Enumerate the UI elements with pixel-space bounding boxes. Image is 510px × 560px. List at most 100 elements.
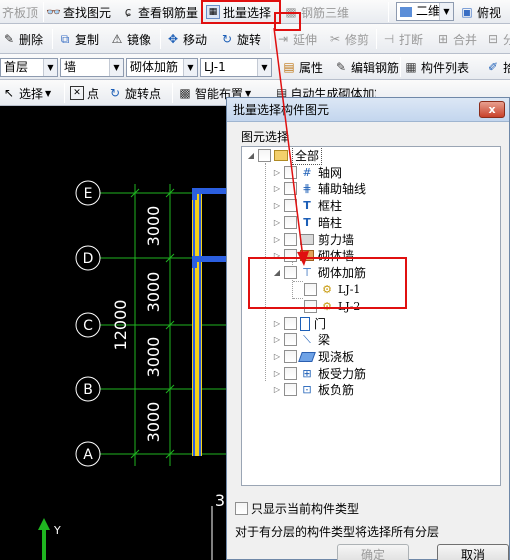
find-element-button[interactable]: 👓 查找图元 <box>46 2 111 22</box>
expand-icon: ▷ <box>273 168 281 177</box>
axis-label-a: A <box>83 447 93 463</box>
tree-label: 剪力墙 <box>318 233 355 247</box>
aux-grid-icon: ⋕ <box>302 181 312 195</box>
ok-button[interactable]: 确定 <box>337 544 409 560</box>
shear-wall-icon <box>300 234 314 245</box>
column-icon: T <box>303 198 311 212</box>
align-slab-top-button[interactable]: 齐板顶 <box>2 2 38 22</box>
break-button[interactable]: ⊣ 打断 <box>382 29 423 49</box>
split-icon: ⊟ <box>487 32 499 46</box>
tree-node-door[interactable]: ▷ 门 <box>272 315 326 332</box>
tree-node-shear-wall[interactable]: ▷ 剪力墙 <box>272 231 354 248</box>
merge-button[interactable]: ⊞ 合并 <box>436 29 477 49</box>
delete-label: 删除 <box>19 32 44 47</box>
cancel-button[interactable]: 取消 <box>437 544 509 560</box>
tree-node-all[interactable]: ◢ 全部 <box>246 147 323 165</box>
rebar-3d-label: 钢筋三维 <box>301 5 350 20</box>
tree-node-aux-axis[interactable]: ▷ ⋕ 辅助轴线 <box>272 180 366 197</box>
merge-label: 合并 <box>453 32 478 47</box>
checkbox[interactable] <box>284 383 297 396</box>
tree-node-slab-neg-rebar[interactable]: ▷ ⊡ 板负筋 <box>272 381 354 398</box>
chevron-down-icon: ▼ <box>43 59 57 76</box>
rotate-point-button[interactable]: ↻ 旋转点 <box>108 83 161 103</box>
checkbox[interactable] <box>284 367 297 380</box>
copy-icon: ⧉ <box>60 32 70 46</box>
tree-node-cast-slab[interactable]: ▷ 现浇板 <box>272 348 354 365</box>
delete-button[interactable]: ✎ 删除 <box>2 29 43 49</box>
expand-icon: ▷ <box>273 352 281 361</box>
rotate-label: 旋转 <box>237 32 262 47</box>
mirror-icon: ⚠ <box>111 32 123 46</box>
tree-node-beam[interactable]: ▷ ⟍ 梁 <box>272 331 330 348</box>
checkbox[interactable] <box>284 233 297 246</box>
masonry-rebar-icon: ⊤ <box>302 265 312 279</box>
checkbox[interactable] <box>284 216 297 229</box>
pick-button[interactable]: ✐ 拾 <box>486 57 510 77</box>
floor-value: 首层 <box>4 60 29 74</box>
checkbox[interactable] <box>284 350 297 363</box>
binoculars-icon: 👓 <box>46 5 61 19</box>
tree-node-lj1[interactable]: ⚙ LJ-1 <box>304 281 360 298</box>
dim-text-2: 3000 <box>144 272 163 313</box>
view-mode-icon <box>400 6 412 17</box>
name-select[interactable]: LJ-1 ▼ <box>200 58 272 77</box>
find-element-label: 查找图元 <box>63 5 112 20</box>
checkbox[interactable] <box>284 199 297 212</box>
element-tree[interactable]: ◢ 全部 ▷ # 轴网 ▷ ⋕ 辅助轴线 ▷ T 框柱 ▷ T 暗柱 ▷ 剪力墙 ▷ 砌体墙 ◢ ⊤ 砌… <box>241 146 501 486</box>
checkbox[interactable] <box>284 182 297 195</box>
view-mode-select[interactable]: 二维 ▼ <box>396 2 454 21</box>
dialog-titlebar[interactable]: 批量选择构件图元 x <box>227 98 509 122</box>
checkbox[interactable] <box>304 283 317 296</box>
tree-label: 现浇板 <box>318 350 355 364</box>
tree-node-slab-rebar[interactable]: ▷ ⊞ 板受力筋 <box>272 365 366 382</box>
tree-node-masonry-rebar[interactable]: ◢ ⊤ 砌体加筋 <box>272 264 366 281</box>
rebar-3d-button[interactable]: ▩ 钢筋三维 <box>284 2 349 22</box>
tree-node-masonry-wall[interactable]: ▷ 砌体墙 <box>272 247 354 264</box>
tree-node-hidden-column[interactable]: ▷ T 暗柱 <box>272 214 342 231</box>
break-label: 打断 <box>399 32 424 47</box>
copy-button[interactable]: ⧉ 复制 <box>58 29 99 49</box>
edit-rebar-icon: ✎ <box>335 60 347 74</box>
checkbox[interactable] <box>284 317 297 330</box>
select-button[interactable]: ↖ 选择 ▼ <box>2 83 51 103</box>
tree-node-axis[interactable]: ▷ # 轴网 <box>272 164 342 181</box>
move-button[interactable]: ✥ 移动 <box>166 29 207 49</box>
checkbox[interactable] <box>284 249 297 262</box>
edit-rebar-button[interactable]: ✎ 编辑钢筋 <box>334 57 399 77</box>
extend-button[interactable]: ⇥ 延伸 <box>276 29 317 49</box>
properties-icon: ▤ <box>283 60 295 74</box>
split-button[interactable]: ⊟ 分 <box>486 29 510 49</box>
checkbox[interactable] <box>235 502 248 515</box>
collapse-icon: ◢ <box>247 151 255 160</box>
expand-icon: ▷ <box>273 319 281 328</box>
point-button[interactable]: ✕ 点 <box>70 83 99 103</box>
checkbox[interactable] <box>284 333 297 346</box>
only-current-type-option[interactable]: 只显示当前构件类型 <box>235 500 359 517</box>
type-select[interactable]: 砌体加筋 ▼ <box>126 58 198 77</box>
batch-select-button[interactable]: ▦ 批量选择 <box>206 2 271 22</box>
view-rebar-qty-button[interactable]: ɕ 查看钢筋量 <box>121 2 198 22</box>
top-view-button[interactable]: ▣ 俯视 <box>460 2 501 22</box>
tree-node-lj2[interactable]: ⚙ LJ-2 <box>304 298 360 315</box>
close-button[interactable]: x <box>479 101 505 118</box>
component-list-button[interactable]: ▦ 构件列表 <box>404 57 469 77</box>
beam-icon: ⟍ <box>303 332 311 346</box>
checkbox[interactable] <box>304 300 317 313</box>
view-mode-value: 二维 <box>416 4 441 18</box>
checkbox[interactable] <box>284 266 297 279</box>
tree-label: 轴网 <box>318 166 343 180</box>
break-icon: ⊣ <box>383 32 395 46</box>
checkbox[interactable] <box>258 149 271 162</box>
floor-select[interactable]: 首层 ▼ <box>0 58 58 77</box>
checkbox[interactable] <box>284 166 297 179</box>
tree-node-frame-column[interactable]: ▷ T 框柱 <box>272 197 342 214</box>
properties-button[interactable]: ▤ 属性 <box>282 57 323 77</box>
move-label: 移动 <box>183 32 208 47</box>
toolbar-row-3: 首层 ▼ 墙 ▼ 砌体加筋 ▼ LJ-1 ▼ ▤ 属性 ✎ 编辑钢筋 ▦ 构件列表 ✐ 拾 <box>0 54 510 80</box>
rebar-3d-icon: ▩ <box>285 5 297 19</box>
batch-select-icon: ▦ <box>206 5 220 19</box>
category-select[interactable]: 墙 ▼ <box>60 58 124 77</box>
trim-button[interactable]: ✂ 修剪 <box>328 29 369 49</box>
rotate-button[interactable]: ↻ 旋转 <box>220 29 261 49</box>
mirror-button[interactable]: ⚠ 镜像 <box>110 29 151 49</box>
